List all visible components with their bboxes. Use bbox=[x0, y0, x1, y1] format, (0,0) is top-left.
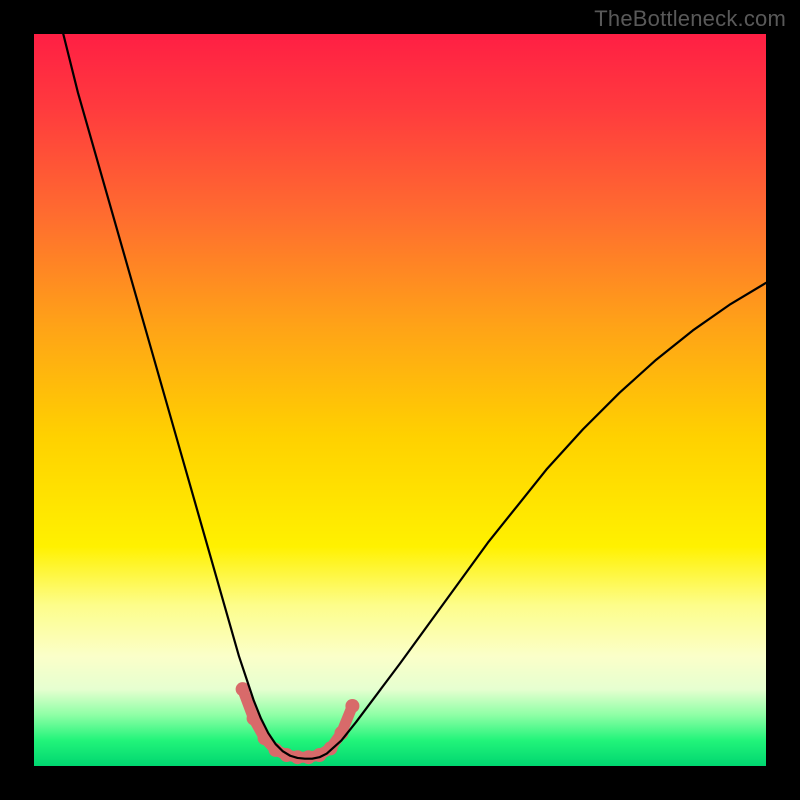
valley-marker-dot bbox=[345, 699, 359, 713]
plot-area bbox=[34, 34, 766, 766]
bottleneck-chart bbox=[34, 34, 766, 766]
gradient-background bbox=[34, 34, 766, 766]
watermark-label: TheBottleneck.com bbox=[594, 6, 786, 32]
chart-frame: TheBottleneck.com bbox=[0, 0, 800, 800]
